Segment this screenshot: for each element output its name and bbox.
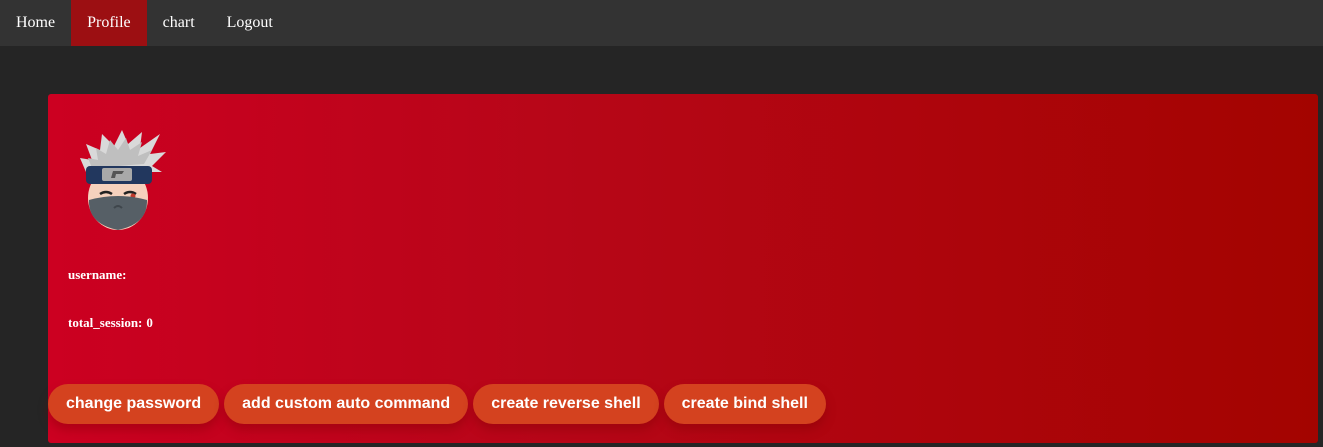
action-buttons: change password add custom auto command … <box>48 384 826 424</box>
ninja-avatar-icon <box>80 130 166 230</box>
total-session-field: total_session: 0 <box>68 315 153 331</box>
total-session-label: total_session: <box>68 315 143 330</box>
add-custom-auto-command-button[interactable]: add custom auto command <box>224 384 469 424</box>
top-navbar: Home Profile chart Logout <box>0 0 1323 46</box>
profile-card: username: total_session: 0 change passwor… <box>48 94 1318 443</box>
username-label: username: <box>68 267 127 282</box>
create-reverse-shell-button[interactable]: create reverse shell <box>473 384 659 424</box>
create-bind-shell-button[interactable]: create bind shell <box>663 384 826 424</box>
nav-profile[interactable]: Profile <box>71 0 147 46</box>
nav-home[interactable]: Home <box>0 0 71 46</box>
username-field: username: <box>68 267 131 283</box>
nav-logout[interactable]: Logout <box>211 0 289 46</box>
total-session-value: 0 <box>146 315 153 330</box>
nav-chart[interactable]: chart <box>147 0 211 46</box>
change-password-button[interactable]: change password <box>48 384 220 424</box>
